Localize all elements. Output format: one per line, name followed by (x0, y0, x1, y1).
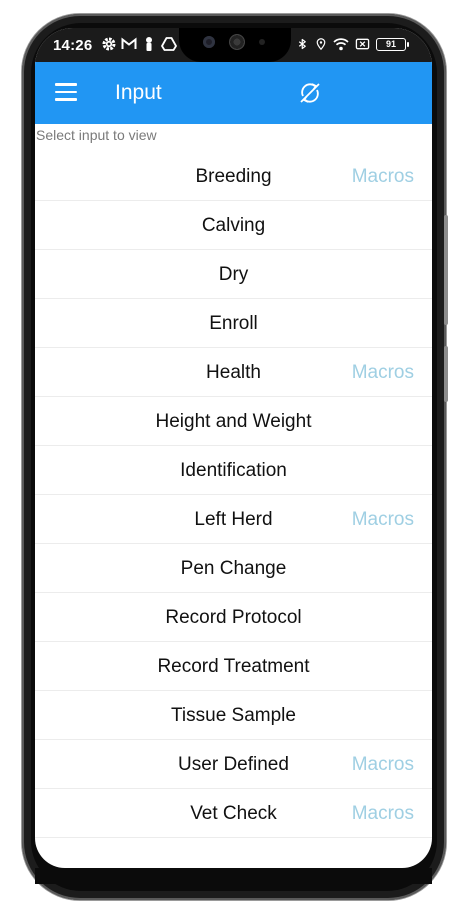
status-time: 14:26 (53, 37, 93, 54)
battery-icon: 91 (376, 37, 409, 51)
no-sim-icon (355, 38, 370, 50)
list-item[interactable]: Dry (35, 250, 432, 299)
macros-link[interactable]: Macros (352, 362, 414, 384)
input-item-label: Record Protocol (165, 607, 302, 628)
list-item[interactable]: Health Macros (35, 348, 432, 397)
input-item-label: Dry (218, 264, 249, 285)
bluetooth-icon (298, 38, 306, 50)
input-item-label: Height and Weight (155, 411, 312, 432)
input-item-label: Enroll (209, 313, 258, 334)
input-item-label: Tissue Sample (171, 705, 296, 726)
list-item[interactable]: Vet Check Macros (35, 789, 432, 838)
list-item[interactable]: Record Treatment (35, 642, 432, 691)
list-item[interactable]: Left Herd Macros (35, 495, 432, 544)
drive-icon (161, 37, 177, 51)
status-icons-right: 91 (297, 36, 409, 52)
power-button (444, 215, 448, 325)
front-camera (229, 34, 245, 50)
list-item[interactable]: Identification (35, 446, 432, 495)
person-pin-icon (146, 37, 152, 51)
list-item[interactable]: Tissue Sample (35, 691, 432, 740)
gmail-icon (121, 37, 137, 49)
sensor-dot (203, 36, 215, 48)
input-item-label: Pen Change (180, 558, 287, 579)
input-item-label: Calving (201, 215, 266, 236)
page-title: Input (115, 81, 162, 104)
list-item[interactable]: Pen Change (35, 544, 432, 593)
input-item-label: Record Treatment (157, 656, 310, 677)
list-item[interactable]: Enroll (35, 299, 432, 348)
list-item[interactable]: Calving (35, 201, 432, 250)
volume-button (444, 346, 448, 402)
list-item[interactable]: User Defined Macros (35, 740, 432, 789)
app-bar: Input (35, 62, 432, 124)
wifi-icon (333, 38, 349, 51)
input-item-label: Identification (180, 460, 287, 481)
sync-disabled-icon[interactable] (297, 80, 323, 106)
list-item[interactable]: Record Protocol (35, 593, 432, 642)
status-icons-left (101, 36, 177, 52)
gear-icon (102, 37, 116, 51)
list-item[interactable]: Height and Weight (35, 397, 432, 446)
camera-notch (179, 28, 291, 62)
input-list: Breeding Macros Calving Dry Enroll Health… (35, 152, 432, 838)
macros-link[interactable]: Macros (352, 803, 414, 825)
location-icon (316, 38, 326, 51)
phone-chin (35, 868, 432, 884)
status-bar: 14:26 91 (35, 28, 432, 62)
hamburger-menu-icon[interactable] (55, 83, 77, 103)
screen: 14:26 91 Input Select input to view Bree… (35, 28, 432, 868)
select-input-hint: Select input to view (36, 127, 157, 143)
macros-link[interactable]: Macros (352, 754, 414, 776)
list-item[interactable]: Breeding Macros (35, 152, 432, 201)
macros-link[interactable]: Macros (352, 166, 414, 188)
sensor-dot-small (259, 39, 265, 45)
macros-link[interactable]: Macros (352, 509, 414, 531)
